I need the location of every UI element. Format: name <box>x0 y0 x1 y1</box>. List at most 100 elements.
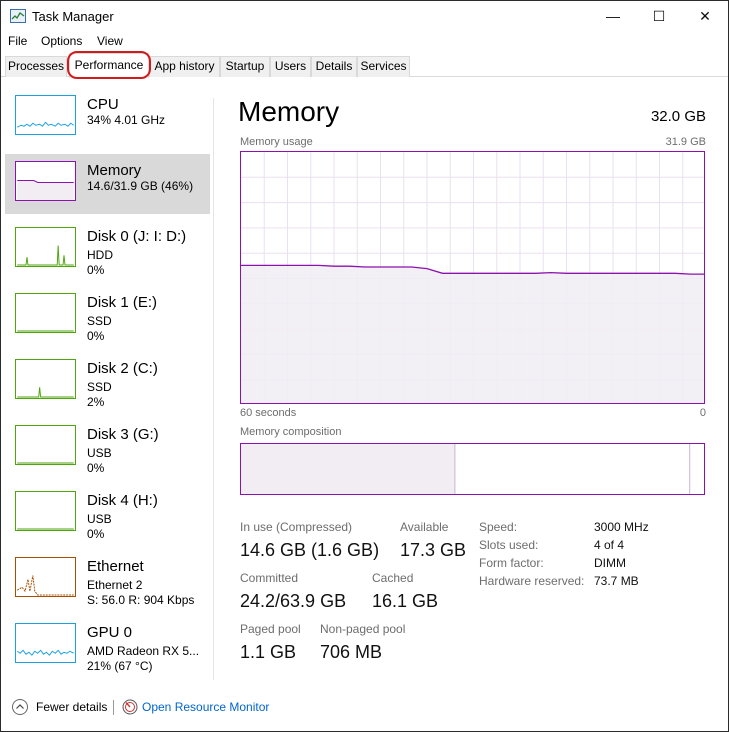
sidebar-item-disk-2[interactable]: Disk 2 (C:) SSD 2% <box>5 352 210 412</box>
sparkline-graph <box>17 245 74 266</box>
menu-file[interactable]: File <box>8 34 27 48</box>
open-resource-monitor-link[interactable]: Open Resource Monitor <box>142 700 269 714</box>
sidebar-item-metric: 0% <box>87 263 105 277</box>
memory-usage-label: Memory usage <box>240 136 313 148</box>
sidebar-item-name: CPU <box>87 96 119 113</box>
memory-detail-panel: Memory 32.0 GB Memory usage 31.9 GB 60 s… <box>238 91 708 681</box>
sparkline-path <box>16 649 74 656</box>
tab-services[interactable]: Services <box>357 56 410 77</box>
sidebar-item-name: Disk 4 (H:) <box>87 492 158 509</box>
sidebar-item-disk-4[interactable]: Disk 4 (H:) USB 0% <box>5 484 210 544</box>
tab-app-history[interactable]: App history <box>149 56 220 77</box>
sparkline-graph <box>17 180 74 200</box>
sidebar-item-metric: 21% (67 °C) <box>87 659 153 673</box>
title-bar[interactable]: Task Manager — ☐ ✕ <box>1 1 728 32</box>
total-memory: 32.0 GB <box>650 108 706 125</box>
sparkline-graph <box>17 528 74 530</box>
graph-axis-end: 0 <box>699 407 706 419</box>
sidebar-sparkline <box>15 623 76 663</box>
sidebar-item-name: Disk 1 (E:) <box>87 294 158 311</box>
sparkline-path <box>17 121 75 128</box>
cached-value: 16.1 GB <box>372 591 439 611</box>
menu-view[interactable]: View <box>97 34 123 48</box>
sparkline-graph <box>17 330 74 332</box>
in-use-label: In use (Compressed) <box>240 520 353 534</box>
sidebar-item-detail: USB <box>87 446 112 460</box>
memory-composition-label: Memory composition <box>240 426 342 438</box>
cached-label: Cached <box>372 571 414 585</box>
in-use-value: 14.6 GB (1.6 GB) <box>240 540 380 560</box>
sidebar-item-detail: SSD <box>87 314 112 328</box>
paged-pool-value: 1.1 GB <box>240 642 297 662</box>
speed-value: 3000 MHz <box>594 520 649 534</box>
sidebar-item-metric: 2% <box>87 395 105 409</box>
usage-area <box>241 265 704 403</box>
sparkline-path <box>16 575 74 596</box>
fewer-details-link[interactable]: Fewer details <box>36 700 107 714</box>
sidebar-sparkline <box>15 161 76 201</box>
task-manager-icon <box>10 9 26 23</box>
chevron-up-icon[interactable] <box>12 699 28 715</box>
sidebar-item-detail: AMD Radeon RX 5... <box>87 644 200 658</box>
slots-used-label: Slots used: <box>479 538 539 552</box>
tab-users[interactable]: Users <box>270 56 311 77</box>
sidebar-item-ethernet[interactable]: Ethernet Ethernet 2 S: 56.0 R: 904 Kbps <box>5 550 210 610</box>
memory-usage-graph <box>240 151 705 404</box>
sparkline-graph <box>17 387 74 398</box>
footer-divider <box>113 700 114 715</box>
page-title: Memory <box>238 96 340 127</box>
sidebar-item-cpu[interactable]: CPU 34% 4.01 GHz <box>5 88 210 148</box>
available-value: 17.3 GB <box>400 540 467 560</box>
sidebar-item-name: Disk 0 (J: I: D:) <box>87 228 187 245</box>
memory-composition-bar <box>240 443 705 495</box>
resource-monitor-icon[interactable] <box>122 699 138 715</box>
resource-sidebar: CPU 34% 4.01 GHz Memory 14.6/31.9 GB (46%) D… <box>5 88 211 688</box>
menu-options[interactable]: Options <box>41 34 82 48</box>
sparkline-graph <box>17 462 74 464</box>
tab-startup[interactable]: Startup <box>220 56 270 77</box>
sidebar-sparkline <box>15 491 76 531</box>
sidebar-item-disk-3[interactable]: Disk 3 (G:) USB 0% <box>5 418 210 478</box>
tab-details[interactable]: Details <box>311 56 357 77</box>
committed-label: Committed <box>240 571 299 585</box>
sidebar-sparkline <box>15 293 76 333</box>
sidebar-item-name: Disk 2 (C:) <box>87 360 158 377</box>
sidebar-sparkline <box>15 425 76 465</box>
sidebar-sparkline <box>15 95 76 135</box>
sidebar-item-disk-1[interactable]: Disk 1 (E:) SSD 0% <box>5 286 210 346</box>
sidebar-item-metric: S: 56.0 R: 904 Kbps <box>87 593 195 607</box>
sidebar-divider <box>213 98 214 680</box>
paged-pool-label: Paged pool <box>240 622 301 636</box>
slots-used-value: 4 of 4 <box>594 538 625 552</box>
hardware-reserved-value: 73.7 MB <box>594 574 639 588</box>
sparkline-graph <box>16 575 74 596</box>
sidebar-item-detail: USB <box>87 512 112 526</box>
sidebar-item-metric: 0% <box>87 461 105 475</box>
footer-bar: Fewer details Open Resource Monitor <box>1 691 728 731</box>
committed-value: 24.2/63.9 GB <box>240 591 347 611</box>
sidebar-item-name: Ethernet <box>87 558 144 575</box>
sidebar-item-disk-0[interactable]: Disk 0 (J: I: D:) HDD 0% <box>5 220 210 280</box>
sidebar-item-memory[interactable]: Memory 14.6/31.9 GB (46%) <box>5 154 210 214</box>
sidebar-item-name: Disk 3 (G:) <box>87 426 159 443</box>
minimize-button[interactable]: — <box>590 1 636 31</box>
sidebar-item-detail: HDD <box>87 248 113 262</box>
memory-usage-max: 31.9 GB <box>665 136 706 148</box>
composition-in-use[interactable] <box>241 444 455 495</box>
form-factor-label: Form factor: <box>479 556 544 570</box>
sidebar-item-gpu-0[interactable]: GPU 0 AMD Radeon RX 5... 21% (67 °C) <box>5 616 210 676</box>
sparkline-path <box>17 245 74 266</box>
available-label: Available <box>400 520 449 534</box>
form-factor-value: DIMM <box>594 556 626 570</box>
maximize-button[interactable]: ☐ <box>636 1 682 31</box>
close-button[interactable]: ✕ <box>682 1 728 31</box>
sidebar-item-metric: 0% <box>87 329 105 343</box>
performance-tab-highlight <box>67 51 151 79</box>
sparkline-fill <box>17 180 74 200</box>
sidebar-item-metric: 0% <box>87 527 105 541</box>
non-paged-pool-value: 706 MB <box>320 642 383 662</box>
sidebar-item-detail: 34% 4.01 GHz <box>87 113 166 127</box>
sparkline-graph <box>17 121 75 128</box>
hardware-reserved-label: Hardware reserved: <box>479 574 585 588</box>
tab-processes[interactable]: Processes <box>5 56 67 77</box>
